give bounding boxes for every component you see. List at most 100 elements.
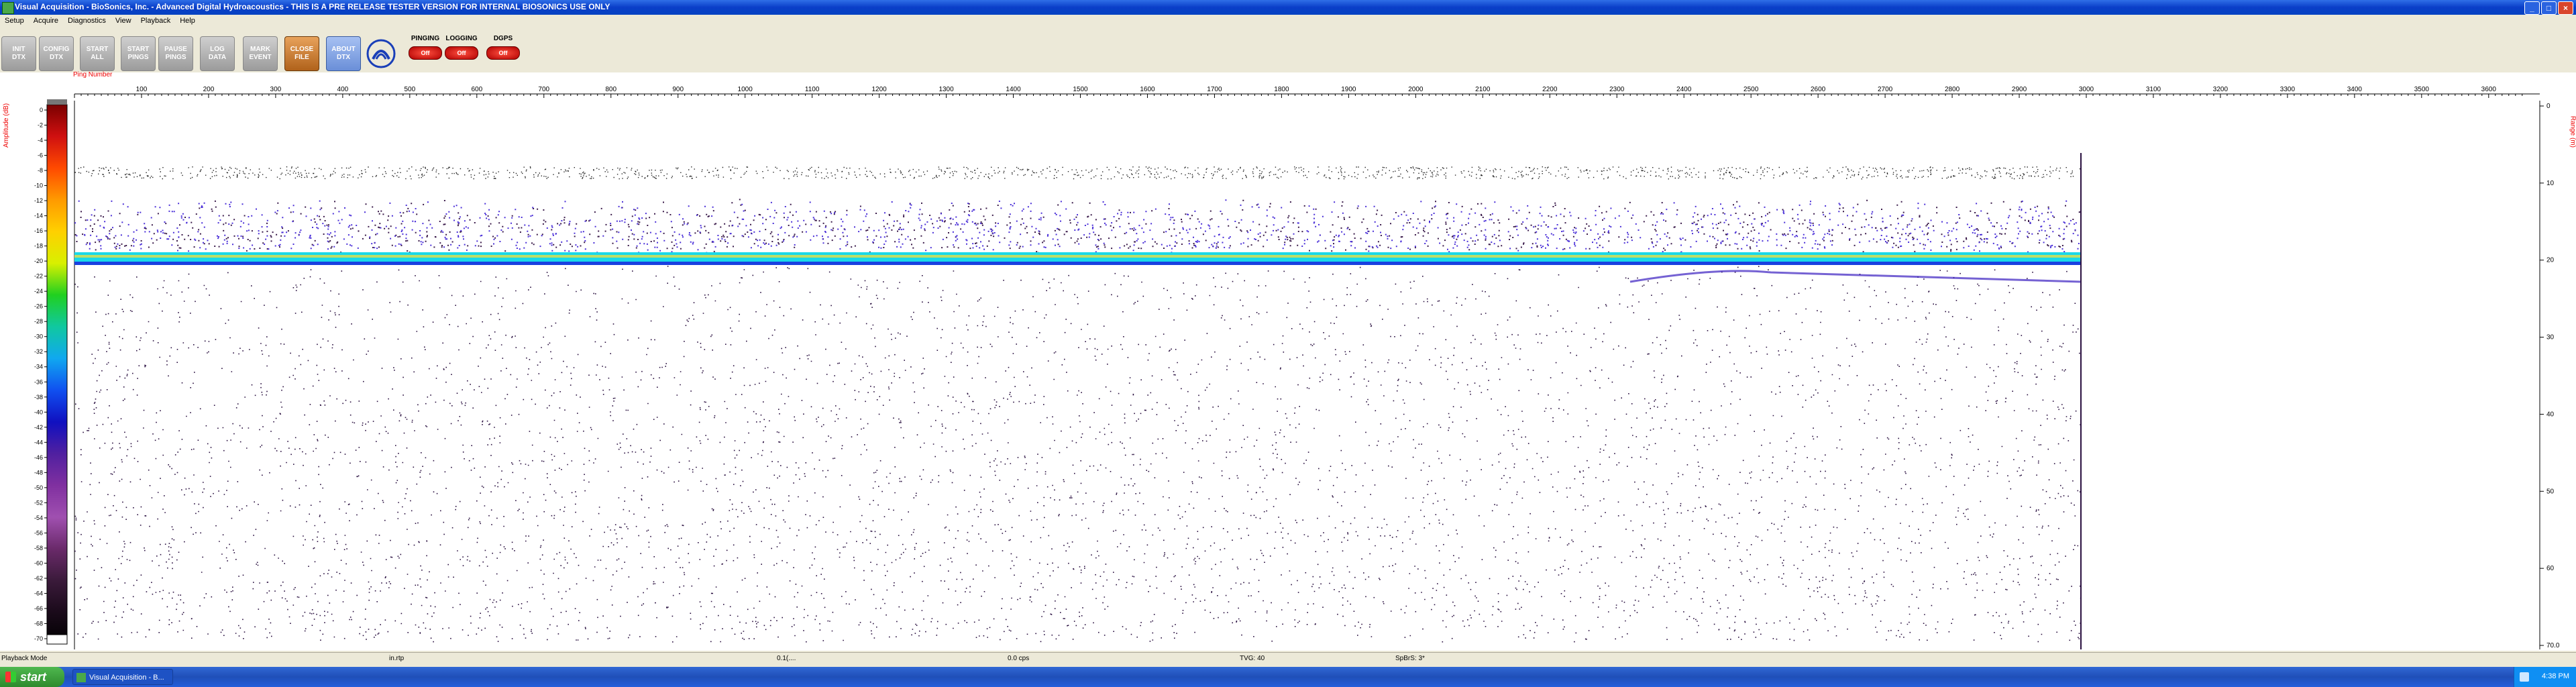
- ping-tick-label: 3400: [2347, 86, 2363, 93]
- menu-acquire[interactable]: Acquire: [29, 15, 63, 28]
- bottom-band-core: [74, 255, 2081, 258]
- ping-tick-label: 2200: [1542, 86, 1558, 93]
- amplitude-tick-label: -64: [34, 590, 43, 596]
- log-data-button[interactable]: LOG DATA: [200, 36, 235, 71]
- ping-tick-label: 2900: [2012, 86, 2027, 93]
- window-title: Visual Acquisition - BioSonics, Inc. - A…: [15, 2, 610, 11]
- system-tray: 4:38 PM: [2514, 667, 2576, 687]
- amplitude-tick-label: -66: [34, 605, 43, 612]
- status-tvg: TVG: 40: [1240, 655, 1265, 662]
- amplitude-tick-label: -68: [34, 620, 43, 627]
- ping-tick-label: 300: [270, 86, 282, 93]
- amplitude-tick-label: -26: [34, 303, 43, 310]
- amplitude-tick-label: -18: [34, 243, 43, 250]
- menu-view[interactable]: View: [111, 15, 136, 28]
- range-tick-label: 50: [2546, 488, 2555, 495]
- ping-tick-label: 2700: [1878, 86, 1893, 93]
- close-file-button[interactable]: CLOSE FILE: [284, 36, 319, 71]
- status-bar: Playback Mode in.rtp 0.1(.... 0.0 cps TV…: [0, 652, 2576, 666]
- range-tick-label: 70.0: [2546, 642, 2560, 649]
- bottom-band-edge: [74, 262, 2081, 265]
- start-pings-button[interactable]: START PINGS: [121, 36, 156, 71]
- status-mode: Playback Mode: [1, 655, 48, 662]
- echogram-svg: 100 200 300 400 500 600 700 800 900 1000 1100 1200 1…: [34, 86, 2560, 649]
- pause-pings-button[interactable]: PAUSE PINGS: [158, 36, 193, 71]
- menu-diagnostics[interactable]: Diagnostics: [63, 15, 111, 28]
- ping-tick-label: 800: [605, 86, 616, 93]
- amplitude-tick-label: -54: [34, 515, 43, 521]
- ping-tick-label: 1900: [1341, 86, 1356, 93]
- target-track: [1629, 270, 2082, 283]
- ping-tick-label: 700: [538, 86, 549, 93]
- ping-tick-label: 3300: [2280, 86, 2296, 93]
- amplitude-tick-label: -6: [38, 152, 43, 159]
- ping-tick-label: 1600: [1140, 86, 1155, 93]
- app-icon: [2, 2, 14, 14]
- ping-tick-label: 2600: [1811, 86, 1826, 93]
- ping-number-label: Ping Number: [73, 71, 113, 78]
- menu-setup[interactable]: Setup: [0, 15, 29, 28]
- amplitude-tick-label: -22: [34, 273, 43, 280]
- taskbar-item-visual-acquisition[interactable]: Visual Acquisition - B...: [72, 669, 173, 685]
- ping-tick-label: 1100: [805, 86, 820, 93]
- maximize-button[interactable]: □: [2541, 1, 2557, 15]
- pinging-label: PINGING: [411, 35, 440, 42]
- amplitude-tick-label: -70: [34, 635, 43, 642]
- minimize-button[interactable]: _: [2524, 1, 2540, 15]
- ping-tick-label: 2500: [1743, 86, 1759, 93]
- ping-tick-label: 3600: [2481, 86, 2497, 93]
- amplitude-tick-label: -14: [34, 213, 43, 219]
- about-dtx-button[interactable]: ABOUT DTX: [326, 36, 361, 71]
- ping-tick-label: 1800: [1274, 86, 1289, 93]
- ping-tick-label: 1000: [738, 86, 753, 93]
- amplitude-tick-label: -58: [34, 545, 43, 551]
- start-button[interactable]: start: [0, 667, 64, 687]
- status-file: in.rtp: [389, 655, 405, 662]
- colorbar-floor: [46, 634, 68, 645]
- ping-tick-label: 3100: [2146, 86, 2161, 93]
- amplitude-tick-label: -20: [34, 258, 43, 264]
- range-tick-label: 0: [2546, 103, 2551, 110]
- amplitude-tick-label: -44: [34, 439, 43, 445]
- start-all-button[interactable]: START ALL: [80, 36, 115, 71]
- ping-tick-label: 400: [337, 86, 349, 93]
- ping-tick-label: 200: [203, 86, 215, 93]
- ping-tick-label: 1300: [938, 86, 954, 93]
- network-icon[interactable]: [2520, 672, 2529, 682]
- amplitude-tick-label: -2: [38, 122, 43, 129]
- close-button[interactable]: ×: [2558, 1, 2573, 15]
- mark-event-button[interactable]: MARK EVENT: [243, 36, 278, 71]
- ping-tick-label: 2100: [1475, 86, 1491, 93]
- amplitude-tick-label: -48: [34, 469, 43, 476]
- init-dtx-button[interactable]: INIT DTX: [1, 36, 36, 71]
- ping-tick-label: 1700: [1207, 86, 1222, 93]
- ping-tick-label: 2800: [1945, 86, 1960, 93]
- ping-tick-label: 3000: [2079, 86, 2094, 93]
- amplitude-tick-label: -16: [34, 227, 43, 234]
- ping-tick-label: 1200: [871, 86, 887, 93]
- amplitude-tick-label: -42: [34, 424, 43, 431]
- range-label: Range (m): [2569, 115, 2576, 148]
- amplitude-tick-label: -32: [34, 348, 43, 355]
- menu-bar: Setup Acquire Diagnostics View Playback …: [0, 15, 2576, 28]
- echogram-plot[interactable]: [74, 101, 2082, 649]
- amplitude-colorbar: [46, 99, 68, 645]
- ping-tick-label: 900: [672, 86, 684, 93]
- range-tick-label: 30: [2546, 334, 2555, 341]
- menu-help[interactable]: Help: [175, 15, 200, 28]
- colorbar-gradient: [46, 104, 68, 645]
- range-axis: 0 10 20 30 40 50 60 70.0: [2539, 101, 2560, 649]
- amplitude-tick-label: -8: [38, 167, 43, 174]
- logging-indicator: LOGGING Off: [441, 35, 482, 70]
- clock: 4:38 PM: [2542, 672, 2569, 680]
- amplitude-tick-label: -36: [34, 378, 43, 385]
- config-dtx-button[interactable]: CONFIG DTX: [39, 36, 74, 71]
- start-label: start: [20, 670, 47, 684]
- amplitude-tick-label: -12: [34, 197, 43, 204]
- amplitude-tick-label: -4: [38, 137, 43, 144]
- title-bar: Visual Acquisition - BioSonics, Inc. - A…: [0, 0, 2576, 15]
- menu-playback[interactable]: Playback: [136, 15, 176, 28]
- range-tick-label: 20: [2546, 257, 2555, 264]
- amplitude-tick-label: -62: [34, 575, 43, 582]
- dgps-lamp: Off: [486, 46, 520, 60]
